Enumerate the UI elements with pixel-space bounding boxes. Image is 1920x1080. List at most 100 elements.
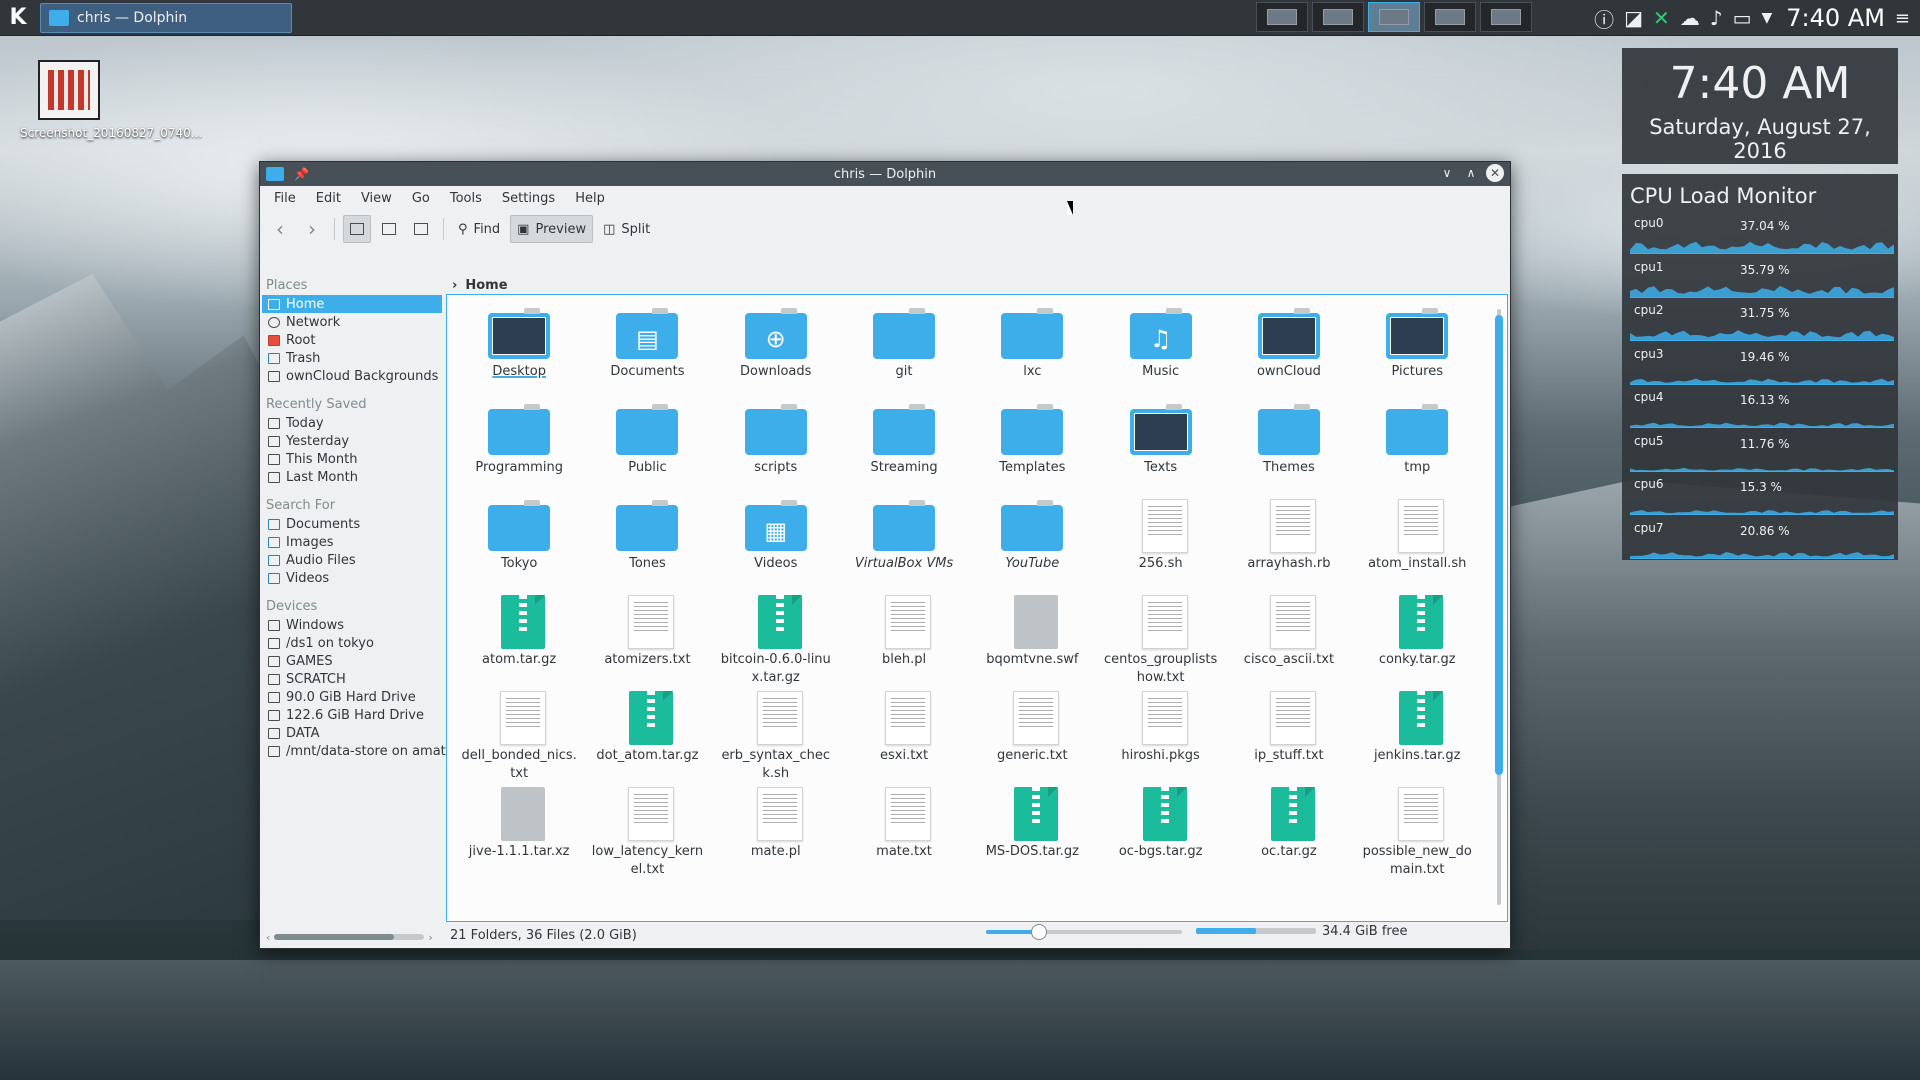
file-item[interactable]: ♫ Music bbox=[1096, 305, 1224, 401]
file-item[interactable]: Tones bbox=[583, 497, 711, 593]
file-item[interactable]: Templates bbox=[968, 401, 1096, 497]
breadcrumb-home[interactable]: Home bbox=[465, 278, 507, 293]
file-item[interactable]: YouTube bbox=[968, 497, 1096, 593]
minimize-icon[interactable]: ∨ bbox=[1438, 164, 1456, 182]
recent-item-yesterday[interactable]: Yesterday bbox=[262, 432, 442, 450]
file-item[interactable]: jenkins.tar.gz bbox=[1353, 689, 1481, 785]
file-item[interactable]: ▦ Videos bbox=[712, 497, 840, 593]
announce-icon[interactable]: ◪ bbox=[1624, 6, 1643, 30]
cloud-icon[interactable]: ☁ bbox=[1680, 6, 1700, 30]
places-item-trash[interactable]: Trash bbox=[262, 349, 442, 367]
maximize-icon[interactable]: ∧ bbox=[1462, 164, 1480, 182]
close-icon[interactable]: ✕ bbox=[1486, 164, 1504, 182]
file-item[interactable]: centos_grouplistshow.txt bbox=[1096, 593, 1224, 689]
file-item[interactable]: atomizers.txt bbox=[583, 593, 711, 689]
back-icon[interactable]: ‹ bbox=[266, 215, 294, 243]
desktop-5[interactable] bbox=[1480, 2, 1532, 32]
file-item[interactable]: oc.tar.gz bbox=[1225, 785, 1353, 881]
device-scratch[interactable]: SCRATCH bbox=[262, 670, 442, 688]
taskbar-item-dolphin[interactable]: chris — Dolphin bbox=[40, 2, 292, 33]
file-item[interactable]: git bbox=[840, 305, 968, 401]
preview-button[interactable]: ▣ Preview bbox=[510, 215, 594, 243]
panel-menu-icon[interactable]: ≡ bbox=[1895, 8, 1910, 29]
desktop-screenshot-file[interactable]: Screenshot_20160827_0740... bbox=[20, 60, 202, 140]
forward-icon[interactable]: › bbox=[298, 215, 326, 243]
file-item[interactable]: Texts bbox=[1096, 401, 1224, 497]
device-ds1-tokyo[interactable]: /ds1 on tokyo bbox=[262, 634, 442, 652]
window-titlebar[interactable]: 📌 chris — Dolphin ∨ ∧ ✕ bbox=[260, 162, 1510, 186]
file-item[interactable]: VirtualBox VMs bbox=[840, 497, 968, 593]
icons-view-button[interactable] bbox=[343, 215, 371, 243]
file-item[interactable]: tmp bbox=[1353, 401, 1481, 497]
file-item[interactable]: 256.sh bbox=[1096, 497, 1224, 593]
file-item[interactable]: generic.txt bbox=[968, 689, 1096, 785]
notification-icon[interactable]: ⓘ bbox=[1594, 4, 1614, 33]
menu-go[interactable]: Go bbox=[402, 191, 440, 206]
file-item[interactable]: ▤ Documents bbox=[583, 305, 711, 401]
menu-tools[interactable]: Tools bbox=[440, 191, 492, 206]
file-item[interactable]: Programming bbox=[455, 401, 583, 497]
file-item[interactable]: hiroshi.pkgs bbox=[1096, 689, 1224, 785]
search-item-videos[interactable]: Videos bbox=[262, 569, 442, 587]
desktop-3[interactable] bbox=[1368, 2, 1420, 32]
zoom-slider[interactable] bbox=[986, 924, 1182, 940]
file-item[interactable]: bitcoin-0.6.0-linux.tar.gz bbox=[712, 593, 840, 689]
zoom-slider-handle[interactable] bbox=[1030, 924, 1047, 940]
desktop-4[interactable] bbox=[1424, 2, 1476, 32]
file-item[interactable]: dot_atom.tar.gz bbox=[583, 689, 711, 785]
recent-item-last-month[interactable]: Last Month bbox=[262, 468, 442, 486]
file-item[interactable]: mate.txt bbox=[840, 785, 968, 881]
file-item[interactable]: low_latency_kernel.txt bbox=[583, 785, 711, 881]
places-item-home[interactable]: Home bbox=[262, 295, 442, 313]
file-item[interactable]: oc-bgs.tar.gz bbox=[1096, 785, 1224, 881]
device-windows[interactable]: Windows bbox=[262, 616, 442, 634]
desktop-2[interactable] bbox=[1312, 2, 1364, 32]
file-item[interactable]: Pictures bbox=[1353, 305, 1481, 401]
device-data-store[interactable]: /mnt/data-store on amate bbox=[262, 742, 454, 760]
file-item[interactable]: Themes bbox=[1225, 401, 1353, 497]
network-icon[interactable]: ▭ bbox=[1733, 6, 1752, 30]
places-item-owncloud-backgrounds[interactable]: ownCloud Backgrounds bbox=[262, 367, 442, 385]
device-90gib[interactable]: 90.0 GiB Hard Drive bbox=[262, 688, 442, 706]
file-item[interactable]: scripts bbox=[712, 401, 840, 497]
file-item[interactable]: possible_new_domain.txt bbox=[1353, 785, 1481, 881]
file-item[interactable]: MS-DOS.tar.gz bbox=[968, 785, 1096, 881]
device-122gib[interactable]: 122.6 GiB Hard Drive bbox=[262, 706, 442, 724]
file-item[interactable]: lxc bbox=[968, 305, 1096, 401]
device-games[interactable]: GAMES bbox=[262, 652, 442, 670]
file-item[interactable]: atom_install.sh bbox=[1353, 497, 1481, 593]
scrollbar-thumb[interactable] bbox=[274, 934, 395, 940]
file-item[interactable]: dell_bonded_nics.txt bbox=[455, 689, 583, 785]
menu-settings[interactable]: Settings bbox=[492, 191, 565, 206]
file-item[interactable]: ip_stuff.txt bbox=[1225, 689, 1353, 785]
file-item[interactable]: atom.tar.gz bbox=[455, 593, 583, 689]
file-item[interactable]: mate.pl bbox=[712, 785, 840, 881]
menu-edit[interactable]: Edit bbox=[306, 191, 351, 206]
search-item-audio[interactable]: Audio Files bbox=[262, 551, 442, 569]
file-item[interactable]: ⊕ Downloads bbox=[712, 305, 840, 401]
recent-item-today[interactable]: Today bbox=[262, 414, 442, 432]
file-item[interactable]: bleh.pl bbox=[840, 593, 968, 689]
menu-view[interactable]: View bbox=[351, 191, 402, 206]
menu-help[interactable]: Help bbox=[565, 191, 615, 206]
kde-launcher-icon[interactable]: K bbox=[0, 0, 36, 36]
desktop-1[interactable] bbox=[1256, 2, 1308, 32]
recent-item-this-month[interactable]: This Month bbox=[262, 450, 442, 468]
file-item[interactable]: bqomtvne.swf bbox=[968, 593, 1096, 689]
panel-clock[interactable]: 7:40 AM bbox=[1786, 4, 1885, 32]
file-view-scrollbar[interactable] bbox=[1495, 309, 1503, 905]
scroll-left-icon[interactable]: ‹ bbox=[266, 931, 270, 944]
places-item-network[interactable]: Network bbox=[262, 313, 442, 331]
split-button[interactable]: ◫ Split bbox=[597, 215, 656, 243]
places-horizontal-scrollbar[interactable]: ‹ › bbox=[266, 931, 436, 944]
device-data[interactable]: DATA bbox=[262, 724, 442, 742]
file-item[interactable]: Public bbox=[583, 401, 711, 497]
search-item-documents[interactable]: Documents bbox=[262, 515, 442, 533]
file-item[interactable]: Streaming bbox=[840, 401, 968, 497]
file-item[interactable]: esxi.txt bbox=[840, 689, 968, 785]
details-view-button[interactable] bbox=[407, 215, 435, 243]
file-item[interactable]: erb_syntax_check.sh bbox=[712, 689, 840, 785]
volume-icon[interactable]: ♪ bbox=[1710, 6, 1723, 30]
file-item[interactable]: cisco_ascii.txt bbox=[1225, 593, 1353, 689]
tray-expand-icon[interactable]: ▼ bbox=[1761, 10, 1772, 26]
